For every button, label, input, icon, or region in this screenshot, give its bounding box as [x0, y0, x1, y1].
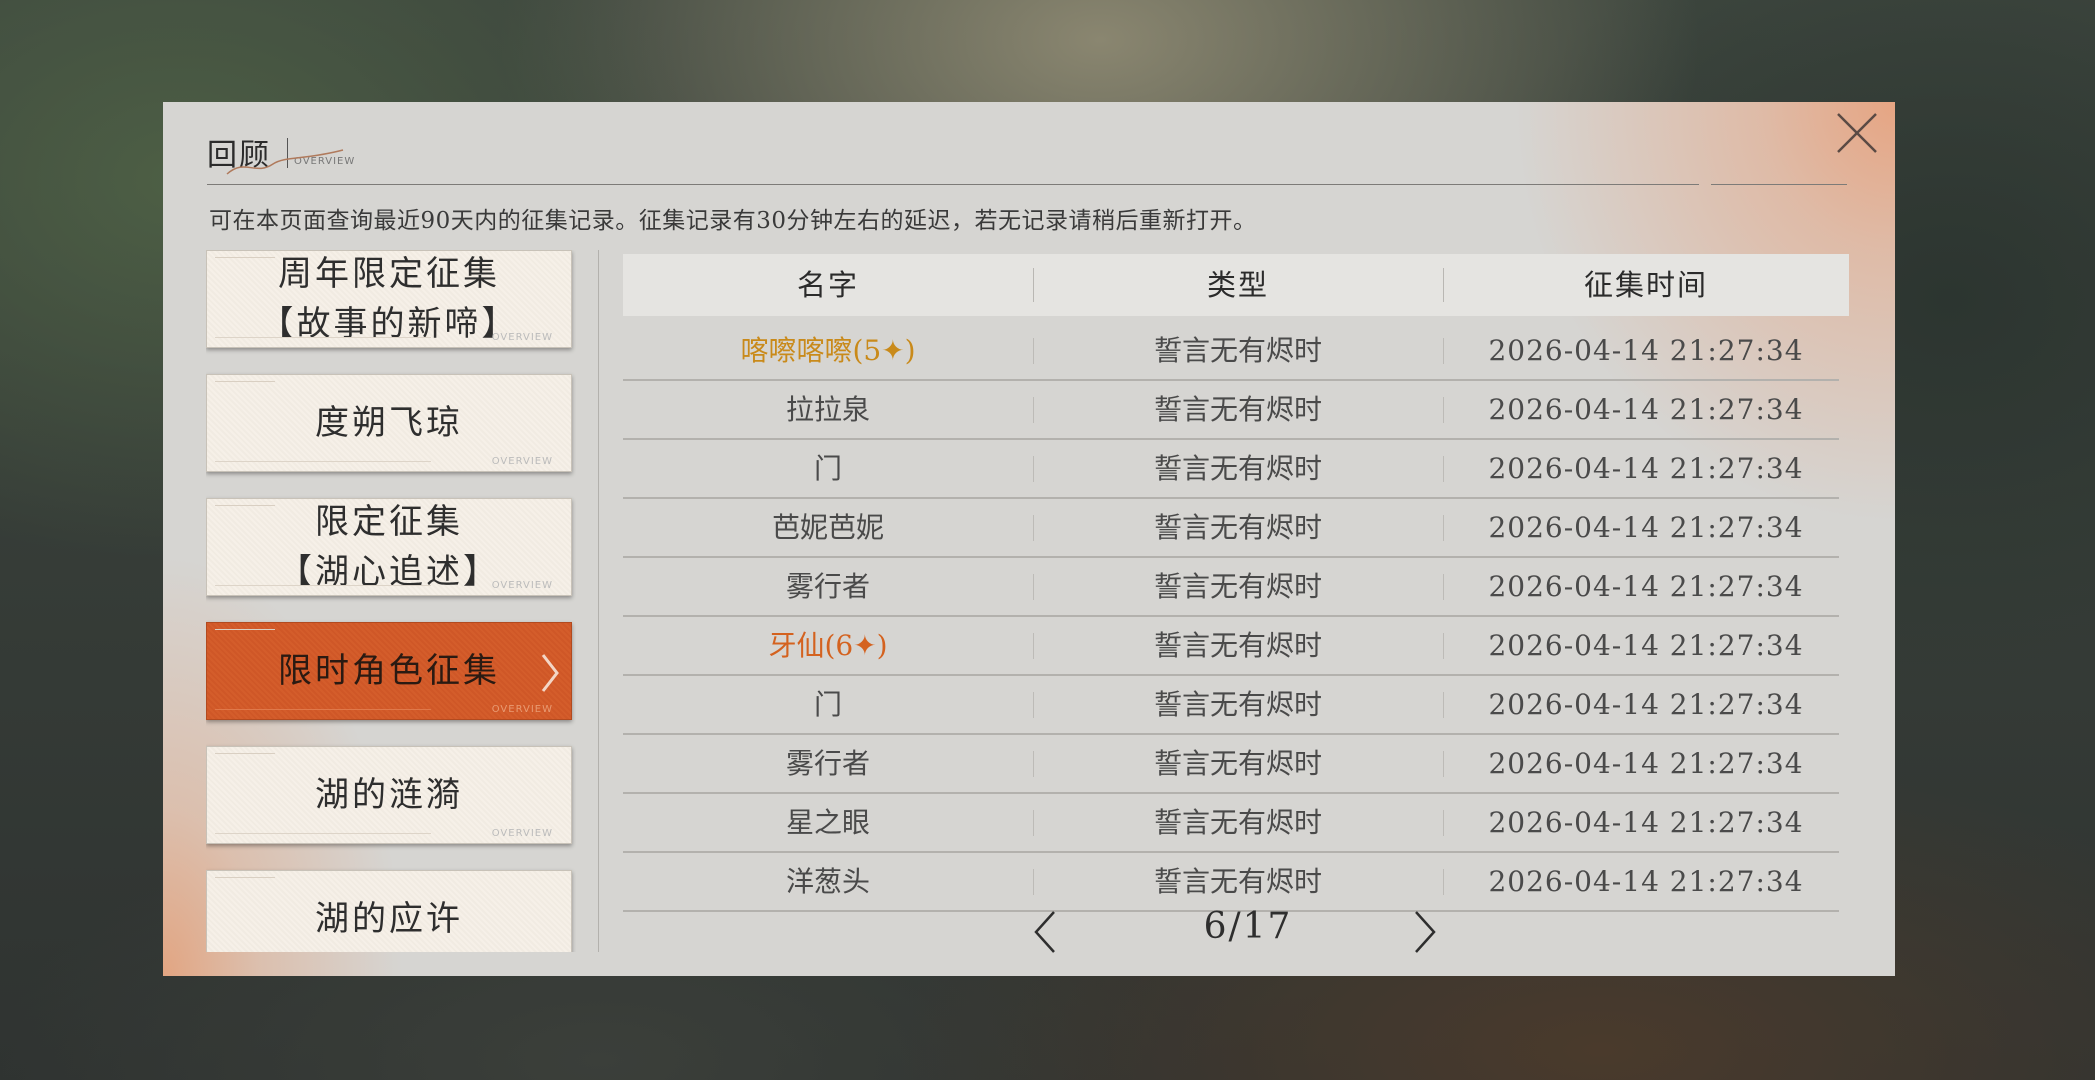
table-row: 喀嚓喀嚓(5✦) 誓言无有烬时 2026-04-14 21:27:34: [623, 322, 1839, 381]
record-type: 誓言无有烬时: [1153, 747, 1322, 780]
category-sidebar: 周年限定征集 【故事的新啼】 OVERVIEW 度朔飞琼 OVERVIEW 限定…: [206, 250, 576, 952]
record-type: 誓言无有烬时: [1153, 629, 1322, 662]
record-type: 誓言无有烬时: [1153, 865, 1322, 898]
record-time: 2026-04-14 21:27:34: [1488, 334, 1804, 367]
category-label: 限时角色征集: [278, 651, 500, 691]
record-name: 洋葱头: [785, 865, 870, 898]
category-label: 限定征集 【湖心追述】: [278, 502, 500, 592]
overview-tag: OVERVIEW: [491, 580, 553, 591]
record-name: 雾行者: [785, 747, 870, 780]
notice-text: 可在本页面查询最近90天内的征集记录。征集记录有30分钟左右的延迟，若无记录请稍…: [209, 208, 1257, 234]
record-type: 誓言无有烬时: [1153, 334, 1322, 367]
record-table: 喀嚓喀嚓(5✦) 誓言无有烬时 2026-04-14 21:27:34 拉拉泉 誓言无有…: [623, 322, 1839, 912]
column-header-name: 名字: [796, 268, 859, 302]
prev-page-button[interactable]: [1028, 908, 1064, 956]
header-divider-segment: [1711, 184, 1847, 185]
table-row: 芭妮芭妮 誓言无有烬时 2026-04-14 21:27:34: [623, 499, 1839, 558]
record-type: 誓言无有烬时: [1153, 688, 1322, 721]
category-lake-ripple[interactable]: 湖的涟漪 OVERVIEW: [206, 746, 572, 844]
close-button[interactable]: [1834, 110, 1880, 156]
record-time: 2026-04-14 21:27:34: [1488, 452, 1804, 485]
category-dushuo-feiqiong[interactable]: 度朔飞琼 OVERVIEW: [206, 374, 572, 472]
record-name: 喀嚓喀嚓(5✦): [740, 334, 916, 367]
title-swoosh-decoration: [226, 149, 344, 175]
record-dialog: 回顾 OVERVIEW 可在本页面查询最近90天内的征集记录。征集记录有30分钟…: [163, 102, 1895, 976]
record-type: 誓言无有烬时: [1153, 570, 1322, 603]
overview-tag: OVERVIEW: [491, 332, 553, 343]
table-header: 名字 类型 征集时间: [623, 254, 1849, 316]
record-name: 芭妮芭妮: [771, 511, 884, 544]
category-limited-character[interactable]: 限时角色征集 OVERVIEW: [206, 622, 572, 720]
overview-tag: OVERVIEW: [491, 704, 553, 715]
record-name: 雾行者: [785, 570, 870, 603]
table-row: 门 誓言无有烬时 2026-04-14 21:27:34: [623, 676, 1839, 735]
header-divider: [207, 184, 1681, 185]
record-time: 2026-04-14 21:27:34: [1488, 393, 1804, 426]
column-header-type: 类型: [1206, 268, 1269, 302]
overview-tag: OVERVIEW: [491, 828, 553, 839]
table-row: 雾行者 誓言无有烬时 2026-04-14 21:27:34: [623, 558, 1839, 617]
record-type: 誓言无有烬时: [1153, 393, 1322, 426]
record-name: 星之眼: [785, 806, 870, 839]
table-row: 门 誓言无有烬时 2026-04-14 21:27:34: [623, 440, 1839, 499]
category-label: 周年限定征集 【故事的新啼】: [259, 254, 519, 344]
chevron-left-icon: [1034, 911, 1055, 953]
table-row: 雾行者 誓言无有烬时 2026-04-14 21:27:34: [623, 735, 1839, 794]
record-type: 誓言无有烬时: [1153, 452, 1322, 485]
category-limited-lake-heart[interactable]: 限定征集 【湖心追述】 OVERVIEW: [206, 498, 572, 596]
category-label: 度朔飞琼: [315, 403, 463, 443]
category-anniversary-limited[interactable]: 周年限定征集 【故事的新啼】 OVERVIEW: [206, 250, 572, 348]
record-name: 拉拉泉: [785, 393, 870, 426]
table-row: 拉拉泉 誓言无有烬时 2026-04-14 21:27:34: [623, 381, 1839, 440]
chevron-right-icon: [1415, 911, 1436, 953]
record-time: 2026-04-14 21:27:34: [1488, 570, 1804, 603]
category-lake-promise[interactable]: 湖的应许: [206, 870, 572, 952]
table-row: 洋葱头 誓言无有烬时 2026-04-14 21:27:34: [623, 853, 1839, 912]
category-label: 湖的应许: [315, 899, 463, 939]
record-time: 2026-04-14 21:27:34: [1488, 629, 1804, 662]
table-row: 牙仙(6✦) 誓言无有烬时 2026-04-14 21:27:34: [623, 617, 1839, 676]
category-label: 湖的涟漪: [315, 775, 463, 815]
record-time: 2026-04-14 21:27:34: [1488, 865, 1804, 898]
sidebar-divider: [598, 250, 599, 952]
record-name: 门: [813, 452, 842, 485]
chevron-right-icon: [541, 654, 559, 692]
record-name: 门: [813, 688, 842, 721]
record-type: 誓言无有烬时: [1153, 806, 1322, 839]
record-type: 誓言无有烬时: [1153, 511, 1322, 544]
column-header-time: 征集时间: [1583, 268, 1708, 302]
table-row: 星之眼 誓言无有烬时 2026-04-14 21:27:34: [623, 794, 1839, 853]
next-page-button[interactable]: [1406, 908, 1442, 956]
record-time: 2026-04-14 21:27:34: [1488, 688, 1804, 721]
overview-tag: OVERVIEW: [491, 456, 553, 467]
record-time: 2026-04-14 21:27:34: [1488, 747, 1804, 780]
record-time: 2026-04-14 21:27:34: [1488, 511, 1804, 544]
record-name: 牙仙(6✦): [768, 629, 888, 662]
header-divider-segment: [1645, 184, 1699, 185]
page-indicator: 6/17: [1203, 906, 1293, 947]
close-icon: [1837, 113, 1877, 153]
record-time: 2026-04-14 21:27:34: [1488, 806, 1804, 839]
